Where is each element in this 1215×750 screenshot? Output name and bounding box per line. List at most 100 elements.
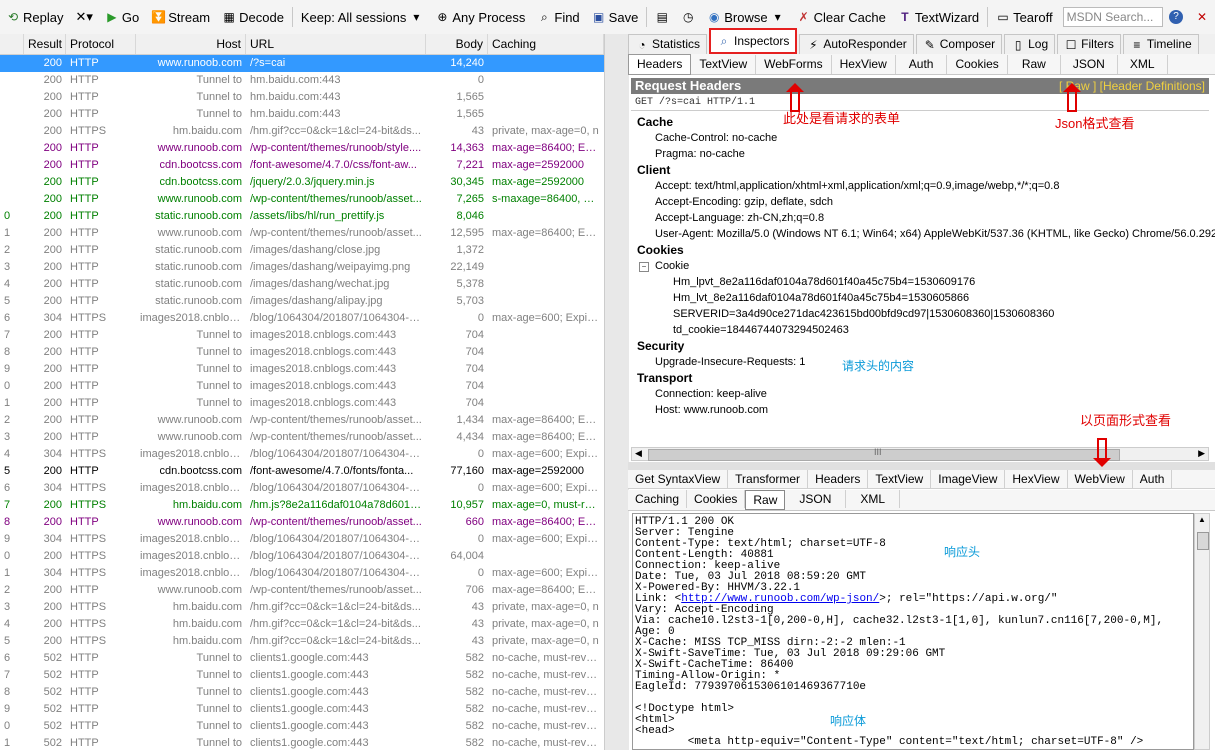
tab-resp-transformer[interactable]: Transformer (728, 470, 809, 488)
replay-button[interactable]: ⟲ Replay (0, 4, 69, 30)
table-row[interactable]: 8 502 HTTP Tunnel to clients1.google.com:443… (0, 684, 604, 701)
scroll-right-icon[interactable]: ▶ (1198, 448, 1205, 459)
table-row[interactable]: 9 304 HTTPS images2018.cnblog... /blog/10643… (0, 531, 604, 548)
close-button[interactable]: ✕ (1189, 4, 1215, 30)
cookie-node[interactable]: − Cookie (633, 258, 1215, 274)
textwizard-button[interactable]: T TextWizard (892, 4, 985, 30)
column-header-caching[interactable]: Caching (488, 34, 604, 54)
table-row[interactable]: 5 200 HTTP static.runoob.com/images/dashang… (0, 293, 604, 310)
tab-resp-xml[interactable]: XML (846, 490, 901, 508)
cookie-item[interactable]: Hm_lvt_8e2a116daf0104a78d601f40a45c75b4=… (633, 290, 1215, 306)
table-row[interactable]: 9 502 HTTP Tunnel to clients1.google.com:443… (0, 701, 604, 718)
column-header-url[interactable]: URL (246, 34, 426, 54)
tab-inspectors[interactable]: ⌕ Inspectors (709, 28, 798, 54)
table-row[interactable]: 8 200 HTTP www.runoob.com/wp-content/themes… (0, 514, 604, 531)
tab-resp-webview[interactable]: WebView (1068, 470, 1133, 488)
keep-sessions-dropdown[interactable]: Keep: All sessions ▾ (295, 4, 430, 30)
scrollbar-thumb[interactable]: III (648, 447, 1120, 461)
column-header-id[interactable] (0, 34, 24, 54)
group-transport[interactable]: Transport (637, 370, 1215, 386)
table-row[interactable]: 4 200 HTTPS hm.baidu.com/hm.gif?cc=0&ck=1&c… (0, 616, 604, 633)
table-row[interactable]: 0 502 HTTP Tunnel to clients1.google.com:443… (0, 718, 604, 735)
tab-resp-hexview[interactable]: HexView (1005, 470, 1068, 488)
table-row[interactable]: 7 200 HTTPS hm.baidu.com/hm.js?8e2a116daf01… (0, 497, 604, 514)
table-row[interactable]: 1 502 HTTP Tunnel to clients1.google.com:443… (0, 735, 604, 750)
table-row[interactable]: 0 200 HTTP Tunnel to images2018.cnblogs.com:… (0, 378, 604, 395)
group-cookies[interactable]: Cookies (637, 242, 1215, 258)
column-header-body[interactable]: Body (426, 34, 488, 54)
tab-statistics[interactable]: ◔ Statistics (628, 34, 708, 54)
table-row[interactable]: 7 502 HTTP Tunnel to clients1.google.com:443… (0, 667, 604, 684)
table-row[interactable]: 200 HTTP www.runoob.com /?s=cai 14,240 (0, 55, 604, 72)
table-row[interactable]: 0 200 HTTPS images2018.cnblog... /blog/10643… (0, 548, 604, 565)
table-row[interactable]: 4 200 HTTP static.runoob.com/images/dashang… (0, 276, 604, 293)
table-row[interactable]: 4 304 HTTPS images2018.cnblog... /blog/10643… (0, 446, 604, 463)
header-item[interactable]: Accept-Language: zh-CN,zh;q=0.8 (633, 210, 1215, 226)
horizontal-scrollbar[interactable]: ◀ III ▶ (631, 447, 1209, 461)
tab-req-webforms[interactable]: WebForms (756, 54, 832, 74)
table-row[interactable]: 200 HTTP cdn.bootcss.com/font-awesome/4.7.… (0, 157, 604, 174)
tab-resp-headers[interactable]: Headers (808, 470, 869, 488)
response-scrollbar[interactable]: ▲ (1194, 513, 1210, 750)
splitter[interactable] (604, 34, 629, 750)
tab-composer[interactable]: ✎ Composer (915, 34, 1003, 54)
tab-autoresponder[interactable]: ⚡ AutoResponder (799, 34, 914, 54)
help-button[interactable]: ? (1163, 4, 1189, 30)
tab-req-headers[interactable]: Headers (628, 53, 692, 75)
table-row[interactable]: 200 HTTP Tunnel to hm.baidu.com:443 1,565 (0, 106, 604, 123)
tab-resp-syntaxview[interactable]: Get SyntaxView (628, 470, 729, 488)
scrollbar-thumb[interactable] (1197, 532, 1209, 550)
tab-resp-caching[interactable]: Caching (628, 490, 688, 508)
tab-req-textview[interactable]: TextView (691, 54, 757, 74)
table-row[interactable]: 9 200 HTTP Tunnel to images2018.cnblogs.com:… (0, 361, 604, 378)
header-item[interactable]: Upgrade-Insecure-Requests: 1 (633, 354, 1215, 370)
table-row[interactable]: 0 200 HTTP static.runoob.com/assets/libs/hl… (0, 208, 604, 225)
tab-resp-auth[interactable]: Auth (1133, 470, 1173, 488)
header-item[interactable]: User-Agent: Mozilla/5.0 (Windows NT 6.1;… (633, 226, 1215, 242)
tab-resp-imageview[interactable]: ImageView (931, 470, 1006, 488)
table-row[interactable]: 5 200 HTTPS hm.baidu.com/hm.gif?cc=0&ck=1&c… (0, 633, 604, 650)
tab-resp-json[interactable]: JSON (785, 490, 847, 508)
tab-resp-textview[interactable]: TextView (868, 470, 932, 488)
table-row[interactable]: 2 200 HTTP www.runoob.com/wp-content/themes… (0, 412, 604, 429)
tab-req-json[interactable]: JSON (1061, 54, 1118, 74)
table-row[interactable]: 6 502 HTTP Tunnel to clients1.google.com:443… (0, 650, 604, 667)
camera-button[interactable]: ▤ (649, 4, 675, 30)
table-row[interactable]: 3 200 HTTP www.runoob.com/wp-content/themes… (0, 429, 604, 446)
table-row[interactable]: 8 200 HTTP Tunnel to images2018.cnblogs.com:… (0, 344, 604, 361)
tearoff-button[interactable]: ▭ Tearoff (990, 4, 1059, 30)
tab-req-cookies[interactable]: Cookies (947, 54, 1008, 74)
cookie-item[interactable]: td_cookie=18446744073294502463 (633, 322, 1215, 338)
timer-button[interactable]: ◷ (675, 4, 701, 30)
table-row[interactable]: 6 304 HTTPS images2018.cnblog... /blog/10643… (0, 480, 604, 497)
table-row[interactable]: 6 304 HTTPS images2018.cnblog... /blog/10643… (0, 310, 604, 327)
table-row[interactable]: 5 200 HTTP cdn.bootcss.com/font-awesome/4.7… (0, 463, 604, 480)
tab-req-xml[interactable]: XML (1118, 54, 1168, 74)
tab-log[interactable]: ▯ Log (1004, 34, 1056, 54)
scroll-up-icon[interactable]: ▲ (1198, 515, 1206, 524)
table-row[interactable]: 1 200 HTTP Tunnel to images2018.cnblogs.com:… (0, 395, 604, 412)
any-process-button[interactable]: ⊕ Any Process (429, 4, 531, 30)
cookie-item[interactable]: SERVERID=3a4d90ce271dac423615bd00bfd9cd9… (633, 306, 1215, 322)
column-header-result[interactable]: Result (24, 34, 66, 54)
table-row[interactable]: 3 200 HTTPS hm.baidu.com/hm.gif?cc=0&ck=1&c… (0, 599, 604, 616)
column-header-protocol[interactable]: Protocol (66, 34, 136, 54)
save-button[interactable]: ▣ Save (586, 4, 645, 30)
table-row[interactable]: 7 200 HTTP Tunnel to images2018.cnblogs.com:… (0, 327, 604, 344)
header-item[interactable]: Connection: keep-alive (633, 386, 1215, 402)
collapse-icon[interactable]: − (639, 262, 649, 272)
decode-button[interactable]: ▦ Decode (216, 4, 290, 30)
header-item[interactable]: Pragma: no-cache (633, 146, 1215, 162)
header-item[interactable]: Accept-Encoding: gzip, deflate, sdch (633, 194, 1215, 210)
table-row[interactable]: 2 200 HTTP www.runoob.com/wp-content/themes… (0, 582, 604, 599)
header-item[interactable]: Cache-Control: no-cache (633, 130, 1215, 146)
tab-filters[interactable]: ☐ Filters (1057, 34, 1121, 54)
table-row[interactable]: 200 HTTP Tunnel to hm.baidu.com:443 1,565 (0, 89, 604, 106)
table-row[interactable]: 3 200 HTTP static.runoob.com/images/dashang… (0, 259, 604, 276)
table-row[interactable]: 200 HTTPS hm.baidu.com/hm.gif?cc=0&ck=1&cl… (0, 123, 604, 140)
find-button[interactable]: ⌕ Find (531, 4, 585, 30)
cookie-item[interactable]: Hm_lpvt_8e2a116daf0104a78d601f40a45c75b4… (633, 274, 1215, 290)
go-button[interactable]: ▶ Go (99, 4, 145, 30)
tab-resp-cookies[interactable]: Cookies (687, 490, 746, 508)
table-row[interactable]: 200 HTTP cdn.bootcss.com/jquery/2.0.3/jque… (0, 174, 604, 191)
